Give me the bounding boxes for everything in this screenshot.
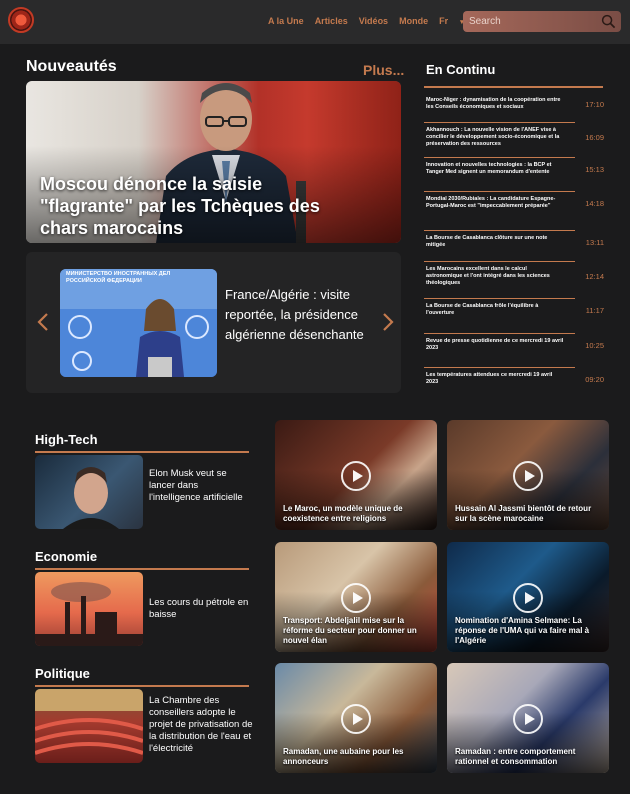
en-continu-item-text[interactable]: Mondial 2030/Rubiales : La candidature E… bbox=[426, 196, 564, 210]
category-image-politique[interactable] bbox=[35, 689, 143, 763]
en-continu-separator bbox=[424, 261, 575, 262]
en-continu-separator bbox=[424, 333, 575, 334]
category-title-politique[interactable]: Politique bbox=[35, 666, 90, 681]
en-continu-separator bbox=[424, 298, 575, 299]
play-icon[interactable] bbox=[513, 461, 543, 491]
category-article-high-tech[interactable]: Elon Musk veut se lancer dans l'intellig… bbox=[149, 468, 245, 504]
category-image-economie[interactable] bbox=[35, 572, 143, 646]
en-continu-separator bbox=[424, 157, 575, 158]
en-continu-item-text[interactable]: La Bourse de Casablanca frôle l'équilibr… bbox=[426, 303, 564, 317]
en-continu-item-time: 11:17 bbox=[585, 305, 604, 315]
play-icon[interactable] bbox=[341, 461, 371, 491]
language-label: Fr bbox=[439, 16, 449, 26]
video-caption[interactable]: Nomination d'Amina Selmane: La réponse d… bbox=[455, 616, 605, 646]
video-card[interactable]: Ramadan : entre comportement rationnel e… bbox=[447, 663, 609, 773]
en-continu-underline bbox=[424, 86, 603, 88]
en-continu-item-time: 10:25 bbox=[585, 340, 604, 350]
en-continu-separator bbox=[424, 367, 575, 368]
more-link[interactable]: Plus... bbox=[363, 62, 404, 78]
category-underline bbox=[35, 568, 249, 570]
video-card[interactable]: Le Maroc, un modèle unique de coexistenc… bbox=[275, 420, 437, 530]
en-continu-item-text[interactable]: La Bourse de Casablanca clôture sur une … bbox=[426, 235, 564, 249]
category-article-economie[interactable]: Les cours du pétrole en baisse bbox=[149, 597, 261, 621]
play-icon[interactable] bbox=[513, 583, 543, 613]
politique-illustration bbox=[35, 689, 143, 755]
en-continu-item[interactable]: Les Marocains excellent dans le calcul a… bbox=[426, 266, 604, 287]
en-continu-item-time: 13:11 bbox=[585, 237, 604, 247]
section-title-en-continu: En Continu bbox=[426, 62, 496, 77]
slide-illustration bbox=[60, 269, 217, 377]
en-continu-item-text[interactable]: Maroc-Niger : dynamisation de la coopéra… bbox=[426, 97, 564, 111]
category-article-politique[interactable]: La Chambre des conseillers adopte le pro… bbox=[149, 695, 261, 755]
play-icon[interactable] bbox=[513, 704, 543, 734]
en-continu-separator bbox=[424, 122, 575, 123]
nav-articles[interactable]: Articles bbox=[315, 16, 348, 26]
en-continu-item-text[interactable]: Les Marocains excellent dans le calcul a… bbox=[426, 266, 564, 287]
en-continu-item[interactable]: Maroc-Niger : dynamisation de la coopéra… bbox=[426, 97, 604, 111]
video-caption[interactable]: Le Maroc, un modèle unique de coexistenc… bbox=[283, 504, 433, 524]
en-continu-item-text[interactable]: Revue de presse quotidienne de ce mercre… bbox=[426, 338, 564, 352]
en-continu-item-text[interactable]: Innovation et nouvelles technologies : l… bbox=[426, 162, 564, 176]
slide-sign: МИНИСТЕРСТВО ИНОСТРАННЫХ ДЕЛ РОССИЙСКОЙ … bbox=[66, 271, 171, 284]
en-continu-item[interactable]: Les températures attendues ce mercredi 1… bbox=[426, 372, 604, 386]
top-bar: A la Une Articles Vidéos Monde Fr ▾ bbox=[0, 0, 630, 44]
en-continu-item-time: 15:13 bbox=[585, 164, 604, 174]
en-continu-separator bbox=[424, 230, 575, 231]
section-title-nouveautes: Nouveautés bbox=[26, 58, 117, 75]
news-slider: МИНИСТЕРСТВО ИНОСТРАННЫХ ДЕЛ РОССИЙСКОЙ … bbox=[26, 252, 401, 393]
en-continu-item[interactable]: Mondial 2030/Rubiales : La candidature E… bbox=[426, 196, 604, 210]
slide-title[interactable]: France/Algérie : visite reportée, la pré… bbox=[225, 285, 375, 345]
en-continu-item-text[interactable]: Les températures attendues ce mercredi 1… bbox=[426, 372, 564, 386]
category-title-economie[interactable]: Economie bbox=[35, 549, 97, 564]
en-continu-separator bbox=[424, 191, 575, 192]
site-logo[interactable] bbox=[8, 7, 34, 33]
en-continu-item[interactable]: Revue de presse quotidienne de ce mercre… bbox=[426, 338, 604, 352]
nav-a-la-une[interactable]: A la Une bbox=[268, 16, 304, 26]
video-caption[interactable]: Hussain Al Jassmi bientôt de retour sur … bbox=[455, 504, 605, 524]
slide-image[interactable]: МИНИСТЕРСТВО ИНОСТРАННЫХ ДЕЛ РОССИЙСКОЙ … bbox=[60, 269, 217, 377]
en-continu-item[interactable]: La Bourse de Casablanca frôle l'équilibr… bbox=[426, 303, 604, 317]
video-card[interactable]: Transport: Abdeljalil mise sur la réform… bbox=[275, 542, 437, 652]
category-title-high-tech[interactable]: High-Tech bbox=[35, 432, 98, 447]
en-continu-item-text[interactable]: Akhannouch : La nouvelle vision de l'ANE… bbox=[426, 127, 564, 148]
en-continu-item-time: 16:09 bbox=[585, 133, 604, 142]
video-card[interactable]: Ramadan, une aubaine pour les annonceurs bbox=[275, 663, 437, 773]
nav-monde[interactable]: Monde bbox=[399, 16, 428, 26]
search-icon[interactable] bbox=[601, 14, 616, 29]
play-icon[interactable] bbox=[341, 704, 371, 734]
play-icon[interactable] bbox=[341, 583, 371, 613]
hero-title[interactable]: Moscou dénonce la saisie "flagrante" par… bbox=[40, 173, 350, 239]
search-box bbox=[463, 11, 621, 32]
nav-videos[interactable]: Vidéos bbox=[359, 16, 388, 26]
high-tech-illustration bbox=[63, 467, 119, 529]
chevron-right-icon[interactable] bbox=[381, 312, 395, 332]
en-continu-item-time: 09:20 bbox=[585, 374, 604, 384]
category-underline bbox=[35, 685, 249, 687]
video-card[interactable]: Nomination d'Amina Selmane: La réponse d… bbox=[447, 542, 609, 652]
category-image-high-tech[interactable] bbox=[35, 455, 143, 529]
hero-article[interactable]: Moscou dénonce la saisie "flagrante" par… bbox=[26, 81, 401, 243]
en-continu-item-time: 17:10 bbox=[585, 99, 604, 109]
category-underline bbox=[35, 451, 249, 453]
economie-illustration bbox=[35, 582, 143, 646]
chevron-left-icon[interactable] bbox=[36, 312, 50, 332]
en-continu-item[interactable]: Innovation et nouvelles technologies : l… bbox=[426, 162, 604, 176]
video-caption[interactable]: Ramadan, une aubaine pour les annonceurs bbox=[283, 747, 433, 767]
video-card[interactable]: Hussain Al Jassmi bientôt de retour sur … bbox=[447, 420, 609, 530]
en-continu-item-time: 12:14 bbox=[585, 272, 604, 281]
search-input[interactable] bbox=[469, 14, 599, 29]
video-caption[interactable]: Ramadan : entre comportement rationnel e… bbox=[455, 747, 605, 767]
en-continu-item[interactable]: La Bourse de Casablanca clôture sur une … bbox=[426, 235, 604, 249]
en-continu-item[interactable]: Akhannouch : La nouvelle vision de l'ANE… bbox=[426, 127, 604, 148]
en-continu-item-time: 14:18 bbox=[585, 198, 604, 208]
main-nav: A la Une Articles Vidéos Monde Fr ▾ bbox=[268, 16, 486, 26]
video-caption[interactable]: Transport: Abdeljalil mise sur la réform… bbox=[283, 616, 433, 646]
